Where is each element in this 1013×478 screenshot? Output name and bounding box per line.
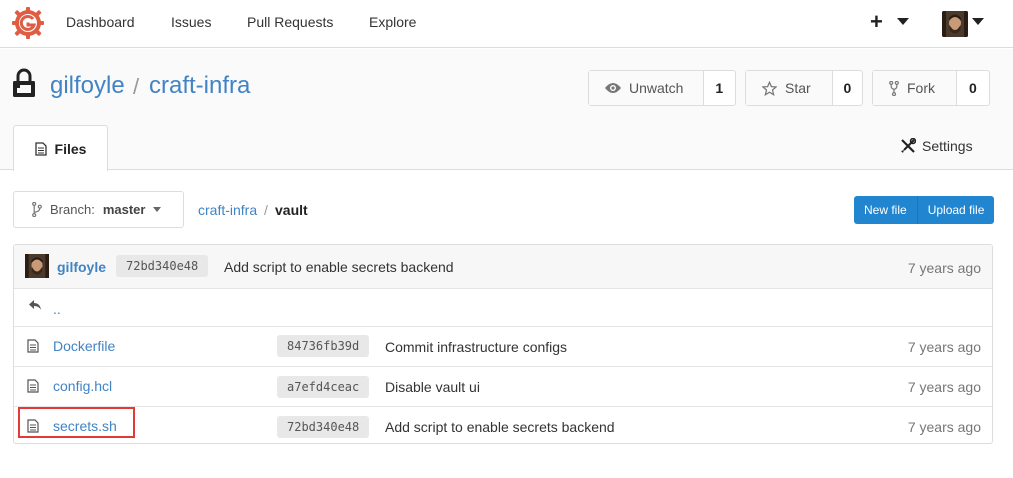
fork-icon — [889, 80, 899, 96]
create-plus-icon[interactable]: + — [870, 10, 883, 34]
lock-icon — [13, 68, 35, 97]
nav-pull-requests[interactable]: Pull Requests — [247, 14, 333, 30]
file-commit-age: 7 years ago — [907, 339, 981, 355]
parent-dir-link[interactable]: .. — [53, 301, 61, 317]
upload-file-button[interactable]: Upload file — [916, 196, 995, 224]
tools-icon — [901, 138, 916, 153]
table-row: config.hcl a7efd4ceac Disable vault ui 7… — [14, 366, 992, 406]
latest-commit-row: gilfoyle 72bd340e48 Add script to enable… — [14, 245, 992, 288]
fork-button[interactable]: Fork — [873, 71, 957, 105]
star-icon — [762, 80, 777, 96]
commit-message[interactable]: Add script to enable secrets backend — [224, 259, 454, 275]
tab-files[interactable]: Files — [13, 125, 108, 171]
commit-sha[interactable]: 72bd340e48 — [116, 255, 209, 277]
tab-settings-label: Settings — [922, 138, 973, 154]
branch-icon — [32, 202, 42, 217]
breadcrumb-root-link[interactable]: craft-infra — [198, 202, 257, 218]
breadcrumb-separator: / — [264, 202, 268, 218]
unwatch-button[interactable]: Unwatch — [589, 71, 704, 105]
new-file-button[interactable]: New file — [854, 196, 917, 224]
breadcrumb-current: vault — [275, 202, 308, 218]
fork-label: Fork — [907, 80, 935, 96]
file-table: gilfoyle 72bd340e48 Add script to enable… — [13, 244, 993, 444]
watch-button-group: Unwatch 1 — [588, 70, 736, 106]
star-count[interactable]: 0 — [833, 71, 862, 105]
file-commit-message[interactable]: Add script to enable secrets backend — [385, 419, 615, 435]
unwatch-label: Unwatch — [629, 80, 684, 96]
tab-settings[interactable]: Settings — [900, 138, 973, 154]
star-button-group: Star 0 — [745, 70, 863, 106]
file-icon — [27, 379, 39, 393]
watch-count[interactable]: 1 — [704, 71, 735, 105]
highlight-annotation-box — [18, 407, 135, 438]
file-commit-age: 7 years ago — [907, 379, 981, 395]
branch-selector[interactable]: Branch: master — [13, 191, 184, 228]
file-link-config-hcl[interactable]: config.hcl — [53, 378, 112, 394]
reply-back-icon — [29, 300, 41, 310]
repo-name-link[interactable]: craft-infra — [149, 72, 250, 100]
branch-prefix: Branch: — [50, 202, 95, 217]
commit-author-avatar[interactable] — [25, 254, 49, 278]
top-nav: Dashboard Issues Pull Requests Explore + — [0, 0, 1013, 48]
file-text-icon — [34, 141, 47, 156]
repo-title-separator: / — [133, 74, 140, 99]
parent-dir-row[interactable]: .. — [14, 288, 992, 326]
file-commit-sha[interactable]: 72bd340e48 — [277, 416, 370, 438]
eye-icon — [605, 83, 621, 93]
tab-files-label: Files — [54, 140, 87, 157]
fork-button-group: Fork 0 — [872, 70, 990, 106]
fork-count[interactable]: 0 — [957, 71, 989, 105]
user-dropdown-caret-icon[interactable] — [972, 18, 984, 25]
nav-explore[interactable]: Explore — [369, 14, 416, 30]
create-dropdown-caret-icon[interactable] — [897, 18, 909, 25]
file-link-dockerfile[interactable]: Dockerfile — [53, 338, 115, 354]
table-row: secrets.sh 72bd340e48 Add script to enab… — [14, 406, 992, 443]
star-label: Star — [785, 80, 811, 96]
file-actions-group: New file Upload file — [854, 196, 995, 224]
file-commit-sha[interactable]: 84736fb39d — [277, 335, 370, 357]
branch-caret-icon — [153, 207, 162, 212]
commit-author-link[interactable]: gilfoyle — [57, 259, 106, 275]
file-commit-message[interactable]: Commit infrastructure configs — [385, 339, 567, 355]
file-commit-sha[interactable]: a7efd4ceac — [277, 376, 370, 398]
file-commit-age: 7 years ago — [907, 419, 981, 435]
avatar-face-icon — [942, 11, 968, 37]
repo-owner-link[interactable]: gilfoyle — [50, 72, 125, 100]
star-button[interactable]: Star — [746, 71, 833, 105]
branch-name: master — [102, 202, 146, 217]
table-row: Dockerfile 84736fb39d Commit infrastruct… — [14, 326, 992, 366]
commit-age: 7 years ago — [907, 260, 981, 276]
file-icon — [27, 339, 39, 353]
nav-dashboard[interactable]: Dashboard — [66, 14, 135, 30]
file-commit-message[interactable]: Disable vault ui — [385, 379, 480, 395]
repo-header — [0, 49, 1013, 170]
nav-issues[interactable]: Issues — [171, 14, 211, 30]
gitea-logo-icon[interactable] — [12, 7, 44, 39]
user-avatar[interactable] — [942, 11, 968, 37]
